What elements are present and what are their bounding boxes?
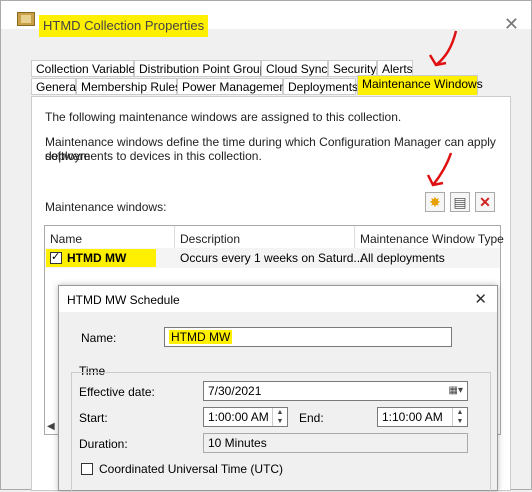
end-label: End:	[299, 411, 324, 425]
delete-icon: ✕	[479, 194, 491, 210]
start-label: Start:	[79, 411, 108, 425]
calendar-dropdown-icon[interactable]: ▦▾	[449, 382, 463, 400]
end-spinner-icon[interactable]: ▲ ▼	[452, 408, 467, 426]
close-icon[interactable]: ✕	[504, 15, 519, 33]
tab-collection-variables[interactable]: Collection Variables	[31, 60, 141, 77]
dialog-close-icon[interactable]: ✕	[474, 290, 487, 308]
delete-button[interactable]: ✕	[475, 192, 495, 212]
schedule-dialog: HTMD MW Schedule ✕ Name: HTMD MW Time Ef…	[58, 285, 498, 492]
effective-date-picker[interactable]: 7/30/2021 ▦▾	[203, 381, 468, 401]
properties-icon: ▤	[453, 194, 467, 210]
properties-button[interactable]: ▤	[450, 192, 470, 212]
column-header-type[interactable]: Maintenance Window Type	[360, 232, 504, 246]
maintenance-windows-label: Maintenance windows:	[45, 200, 167, 214]
annotation-arrow-new	[426, 152, 453, 187]
end-time-field[interactable]: 1:10:00 AM ▲ ▼	[377, 407, 468, 427]
effective-date-label: Effective date:	[79, 385, 155, 399]
dialog-title: HTMD MW Schedule	[67, 293, 180, 307]
duration-value: 10 Minutes	[208, 436, 267, 450]
annotation-arrow-tab	[428, 30, 458, 67]
intro-text: The following maintenance windows are as…	[45, 110, 402, 124]
collection-properties-window: HTMD Collection Properties ✕ Collection …	[0, 0, 532, 492]
name-field[interactable]: HTMD MW	[164, 327, 452, 347]
tab-general[interactable]: General	[31, 78, 79, 95]
start-time-field[interactable]: 1:00:00 AM ▲ ▼	[203, 407, 288, 427]
tab-membership-rules[interactable]: Membership Rules	[76, 78, 181, 95]
description-line-2: deployments to devices in this collectio…	[45, 149, 262, 163]
tab-cloud-sync[interactable]: Cloud Sync	[261, 60, 328, 77]
window-title: HTMD Collection Properties	[39, 15, 209, 37]
effective-date-value: 7/30/2021	[208, 384, 262, 398]
column-header-name[interactable]: Name	[50, 232, 82, 246]
column-divider	[174, 226, 175, 248]
name-label: Name:	[81, 331, 117, 345]
row-description: Occurs every 1 weeks on Saturd...	[180, 251, 364, 265]
name-value: HTMD MW	[169, 330, 233, 344]
utc-label: Coordinated Universal Time (UTC)	[99, 462, 284, 476]
row-name: HTMD MW	[67, 251, 127, 265]
scroll-left-icon[interactable]: ◀	[47, 421, 55, 432]
start-time-value: 1:00:00 AM	[208, 410, 269, 424]
duration-label: Duration:	[79, 437, 128, 451]
tab-power-management[interactable]: Power Management	[177, 78, 289, 95]
column-header-description[interactable]: Description	[180, 232, 240, 246]
tab-deployments[interactable]: Deployments	[283, 78, 358, 95]
tab-distribution-point-groups[interactable]: Distribution Point Groups	[134, 60, 272, 77]
tab-maintenance-windows[interactable]: Maintenance Windows	[357, 75, 483, 95]
row-type: All deployments	[360, 251, 445, 265]
title-bar: HTMD Collection Properties ✕	[1, 1, 531, 37]
duration-field: 10 Minutes	[203, 433, 468, 453]
collection-icon	[17, 12, 35, 26]
new-button[interactable]: ✸	[425, 192, 445, 212]
end-time-value: 1:10:00 AM	[382, 410, 443, 424]
column-divider	[354, 226, 355, 248]
utc-checkbox[interactable]	[81, 463, 93, 475]
check-icon: ✓	[51, 251, 61, 263]
start-spinner-icon[interactable]: ▲ ▼	[272, 408, 287, 426]
new-star-icon: ✸	[429, 194, 441, 210]
